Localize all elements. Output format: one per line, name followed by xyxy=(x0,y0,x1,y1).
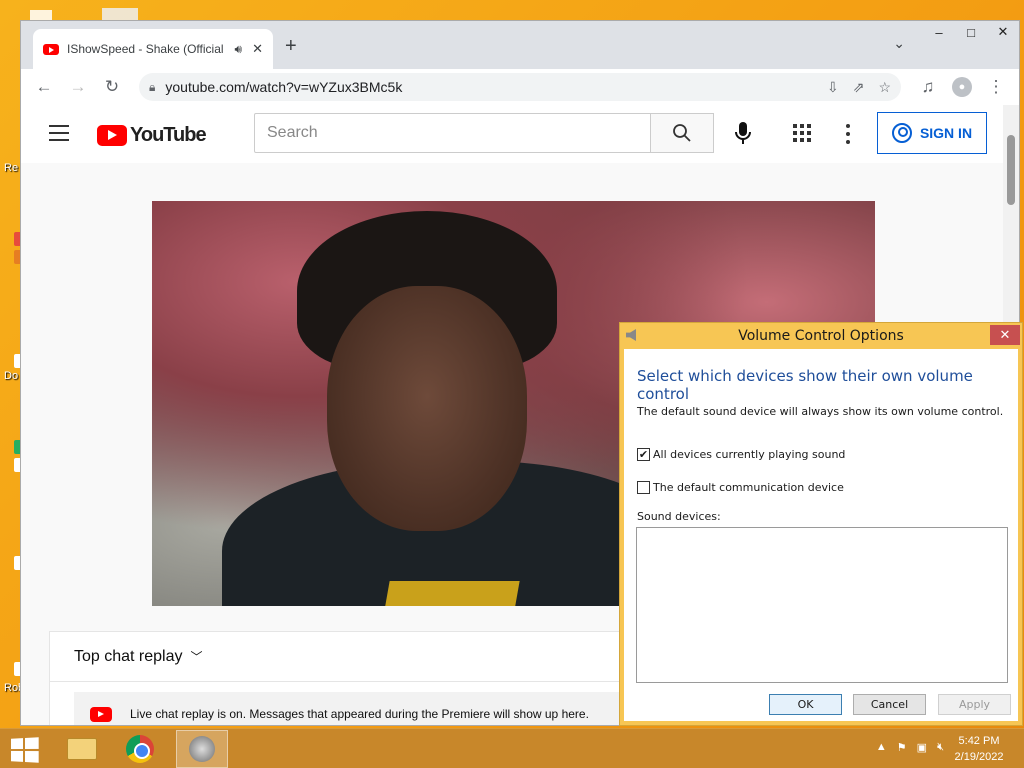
youtube-logo[interactable]: YouTube xyxy=(97,124,207,147)
apply-button[interactable]: Apply xyxy=(938,694,1011,715)
share-icon[interactable]: ⇗ xyxy=(853,79,865,96)
hamburger-menu-icon[interactable] xyxy=(49,125,69,141)
youtube-play-icon xyxy=(97,125,127,146)
action-center-flag-icon[interactable]: ⚑ xyxy=(897,741,907,754)
search-button[interactable] xyxy=(650,113,714,153)
show-hidden-icons-icon[interactable]: ▲ xyxy=(876,741,887,754)
scrollbar-thumb[interactable] xyxy=(1007,135,1015,205)
video-frame-print xyxy=(384,581,520,606)
browser-toolbar: ← → ↻ 🔒︎ youtube.com/watch?v=wYZux3BMc5k… xyxy=(21,69,1019,105)
taskbar-volume-app[interactable] xyxy=(176,730,228,768)
lock-icon[interactable]: 🔒︎ xyxy=(149,80,155,95)
dialog-titlebar[interactable]: Volume Control Options ✕ xyxy=(620,323,1022,349)
all-devices-checkbox[interactable]: ✔ All devices currently playing sound xyxy=(637,448,845,461)
ok-button[interactable]: OK xyxy=(769,694,842,715)
taskbar-file-explorer[interactable] xyxy=(56,730,108,768)
dialog-body: Select which devices show their own volu… xyxy=(624,349,1018,721)
volume-control-options-dialog: Volume Control Options ✕ Select which de… xyxy=(619,322,1023,726)
checkbox-label[interactable]: All devices currently playing sound xyxy=(653,448,845,461)
close-window-button[interactable]: ✕ xyxy=(987,21,1019,43)
youtube-wordmark: YouTube xyxy=(130,124,207,146)
youtube-header: YouTube Search SIGN IN xyxy=(21,105,1019,163)
chrome-icon xyxy=(126,735,154,763)
browser-menu-icon[interactable]: ⋮ xyxy=(981,72,1011,102)
settings-menu-icon[interactable] xyxy=(843,122,853,146)
browser-tab[interactable]: IShowSpeed - Shake (Official 🔊︎ ✕ xyxy=(33,29,273,69)
sign-in-button[interactable]: SIGN IN xyxy=(877,112,987,154)
dialog-description: The default sound device will always sho… xyxy=(637,405,1004,418)
voice-search-button[interactable] xyxy=(731,118,755,148)
taskbar-chrome[interactable] xyxy=(114,730,166,768)
sign-in-label: SIGN IN xyxy=(919,125,973,141)
url-text[interactable]: youtube.com/watch?v=wYZux3BMc5k xyxy=(165,79,813,95)
minimize-button[interactable]: – xyxy=(923,21,955,43)
microphone-icon xyxy=(735,122,751,144)
sound-devices-label: Sound devices: xyxy=(637,510,721,523)
system-clock[interactable]: 5:42 PM 2/19/2022 xyxy=(944,733,1014,765)
desktop-icon-label[interactable]: Re xyxy=(4,162,18,174)
chat-notice-text: Live chat replay is on. Messages that ap… xyxy=(130,707,589,721)
address-bar[interactable]: 🔒︎ youtube.com/watch?v=wYZux3BMc5k ⇩ ⇗ ☆ xyxy=(139,73,901,101)
search-icon xyxy=(673,124,691,142)
window-controls: – □ ✕ xyxy=(923,21,1019,43)
forward-button[interactable]: → xyxy=(63,72,93,102)
speaker-icon xyxy=(189,736,215,762)
install-app-icon[interactable]: ⇩ xyxy=(827,79,839,96)
chevron-down-icon: ﹀ xyxy=(190,650,203,664)
clock-time: 5:42 PM xyxy=(958,735,1000,747)
dialog-heading: Select which devices show their own volu… xyxy=(637,367,973,403)
checkbox-unchecked-icon[interactable] xyxy=(637,481,650,494)
speaker-icon xyxy=(626,329,636,341)
chat-header-label: Top chat replay xyxy=(74,647,183,665)
maximize-button[interactable]: □ xyxy=(955,21,987,43)
profile-button[interactable]: ● xyxy=(947,72,977,102)
tab-strip: IShowSpeed - Shake (Official 🔊︎ ✕ + ⌄ – … xyxy=(21,21,1019,69)
system-tray: ▲ ⚑ ▣ 🔇︎ xyxy=(876,741,944,754)
youtube-apps-icon[interactable] xyxy=(791,122,813,144)
windows-start-icon[interactable] xyxy=(11,737,39,763)
checkbox-label[interactable]: The default communication device xyxy=(653,481,844,494)
search-input[interactable]: Search xyxy=(254,113,651,153)
volume-muted-icon[interactable]: 🔇︎ xyxy=(937,741,944,754)
new-tab-button[interactable]: + xyxy=(285,35,297,58)
dialog-title: Volume Control Options xyxy=(738,328,904,344)
bookmark-star-icon[interactable]: ☆ xyxy=(878,79,891,96)
folder-icon xyxy=(67,738,97,760)
cancel-button[interactable]: Cancel xyxy=(853,694,926,715)
tab-search-button[interactable]: ⌄ xyxy=(893,35,905,52)
dialog-close-button[interactable]: ✕ xyxy=(990,325,1020,345)
sound-devices-list[interactable] xyxy=(636,527,1008,683)
account-icon xyxy=(891,123,912,143)
default-communication-checkbox[interactable]: The default communication device xyxy=(637,481,844,494)
youtube-icon xyxy=(90,706,112,722)
checkbox-checked-icon[interactable]: ✔ xyxy=(637,448,650,461)
close-tab-icon[interactable]: ✕ xyxy=(252,41,263,57)
desktop-icon-label[interactable]: Do xyxy=(4,370,18,382)
clock-date: 2/19/2022 xyxy=(954,751,1004,763)
media-control-icon[interactable]: ♫ xyxy=(913,72,943,102)
reload-button[interactable]: ↻ xyxy=(97,72,127,102)
tab-title: IShowSpeed - Shake (Official xyxy=(67,42,224,56)
taskbar: ▲ ⚑ ▣ 🔇︎ 5:42 PM 2/19/2022 xyxy=(0,728,1024,768)
network-icon[interactable]: ▣ xyxy=(917,741,927,754)
youtube-favicon-icon xyxy=(43,43,59,55)
video-frame-face xyxy=(327,286,527,531)
profile-avatar-icon: ● xyxy=(952,77,972,97)
back-button[interactable]: ← xyxy=(29,72,59,102)
speaker-icon[interactable]: 🔊︎ xyxy=(235,42,243,57)
